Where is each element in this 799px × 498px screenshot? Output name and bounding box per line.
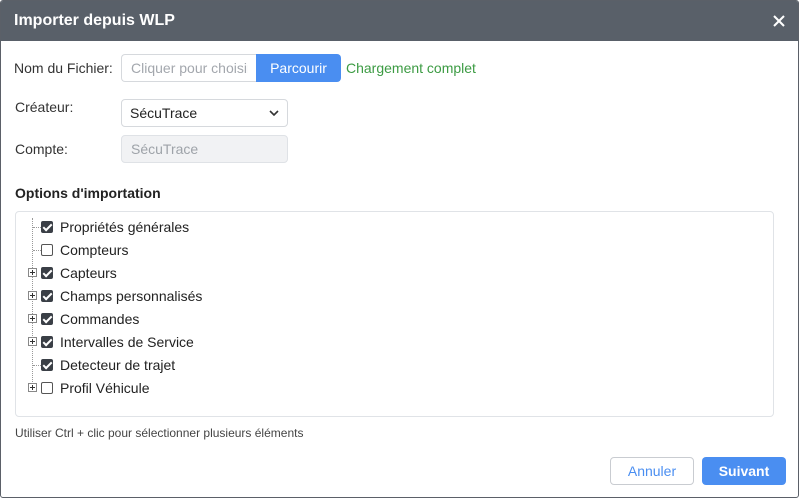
tree-item-vehicle-profile[interactable]: Profil Véhicule xyxy=(16,377,756,400)
tree-item-trip-detector[interactable]: Detecteur de trajet xyxy=(16,354,756,377)
tree-item-service-intervals[interactable]: Intervalles de Service xyxy=(16,331,756,354)
creator-label: Créateur: xyxy=(15,99,74,115)
checkbox-service-intervals[interactable] xyxy=(41,336,53,348)
tree-item-label: Propriétés générales xyxy=(60,219,190,235)
checkbox-sensors[interactable] xyxy=(41,267,53,279)
checkbox-commands[interactable] xyxy=(41,313,53,325)
checkbox-vehicle-profile[interactable] xyxy=(41,382,53,394)
expand-plus-icon[interactable] xyxy=(28,314,37,323)
file-label: Nom du Fichier: xyxy=(14,60,113,76)
close-icon xyxy=(773,15,785,27)
import-options-title: Options d'importation xyxy=(15,185,161,201)
expand-plus-icon[interactable] xyxy=(28,383,37,392)
close-button[interactable] xyxy=(768,10,790,32)
tree-item-commands[interactable]: Commandes xyxy=(16,308,756,331)
tree-item-label: Champs personnalisés xyxy=(60,288,203,304)
tree-item-label: Intervalles de Service xyxy=(60,334,194,350)
dialog-title: Importer depuis WLP xyxy=(14,12,175,29)
checkbox-counters[interactable] xyxy=(41,244,53,256)
tree-item-label: Compteurs xyxy=(60,242,129,258)
multi-select-hint: Utiliser Ctrl + clic pour sélectionner p… xyxy=(15,426,304,440)
checkbox-custom-fields[interactable] xyxy=(41,290,53,302)
dialog-titlebar: Importer depuis WLP xyxy=(1,1,798,41)
checkbox-trip-detector[interactable] xyxy=(41,359,53,371)
creator-select-value: SécuTrace xyxy=(130,105,198,121)
expand-plus-icon[interactable] xyxy=(28,268,37,277)
import-dialog: Importer depuis WLP Nom du Fichier: Parc… xyxy=(0,0,799,498)
creator-select[interactable]: SécuTrace xyxy=(121,99,288,127)
account-label: Compte: xyxy=(15,141,68,157)
tree-item-counters[interactable]: Compteurs xyxy=(16,239,756,262)
tree-item-label: Detecteur de trajet xyxy=(60,357,176,373)
import-options-tree: Propriétés générales Compteurs Capteurs … xyxy=(15,211,774,417)
expand-plus-icon[interactable] xyxy=(28,337,37,346)
tree-item-general-properties[interactable]: Propriétés générales xyxy=(16,216,756,239)
upload-status: Chargement complet xyxy=(346,60,476,76)
tree-item-label: Commandes xyxy=(60,311,140,327)
expand-plus-icon[interactable] xyxy=(28,291,37,300)
account-field: SécuTrace xyxy=(121,135,288,163)
chevron-down-icon xyxy=(269,110,279,116)
tree-item-custom-fields[interactable]: Champs personnalisés xyxy=(16,285,756,308)
cancel-button[interactable]: Annuler xyxy=(610,457,694,485)
browse-button[interactable]: Parcourir xyxy=(256,54,341,82)
file-input[interactable] xyxy=(121,54,257,82)
next-button[interactable]: Suivant xyxy=(702,457,786,485)
account-field-value: SécuTrace xyxy=(131,141,199,157)
tree-item-label: Capteurs xyxy=(60,265,117,281)
checkbox-general-properties[interactable] xyxy=(41,221,53,233)
tree-item-label: Profil Véhicule xyxy=(60,380,150,396)
tree-item-sensors[interactable]: Capteurs xyxy=(16,262,756,285)
